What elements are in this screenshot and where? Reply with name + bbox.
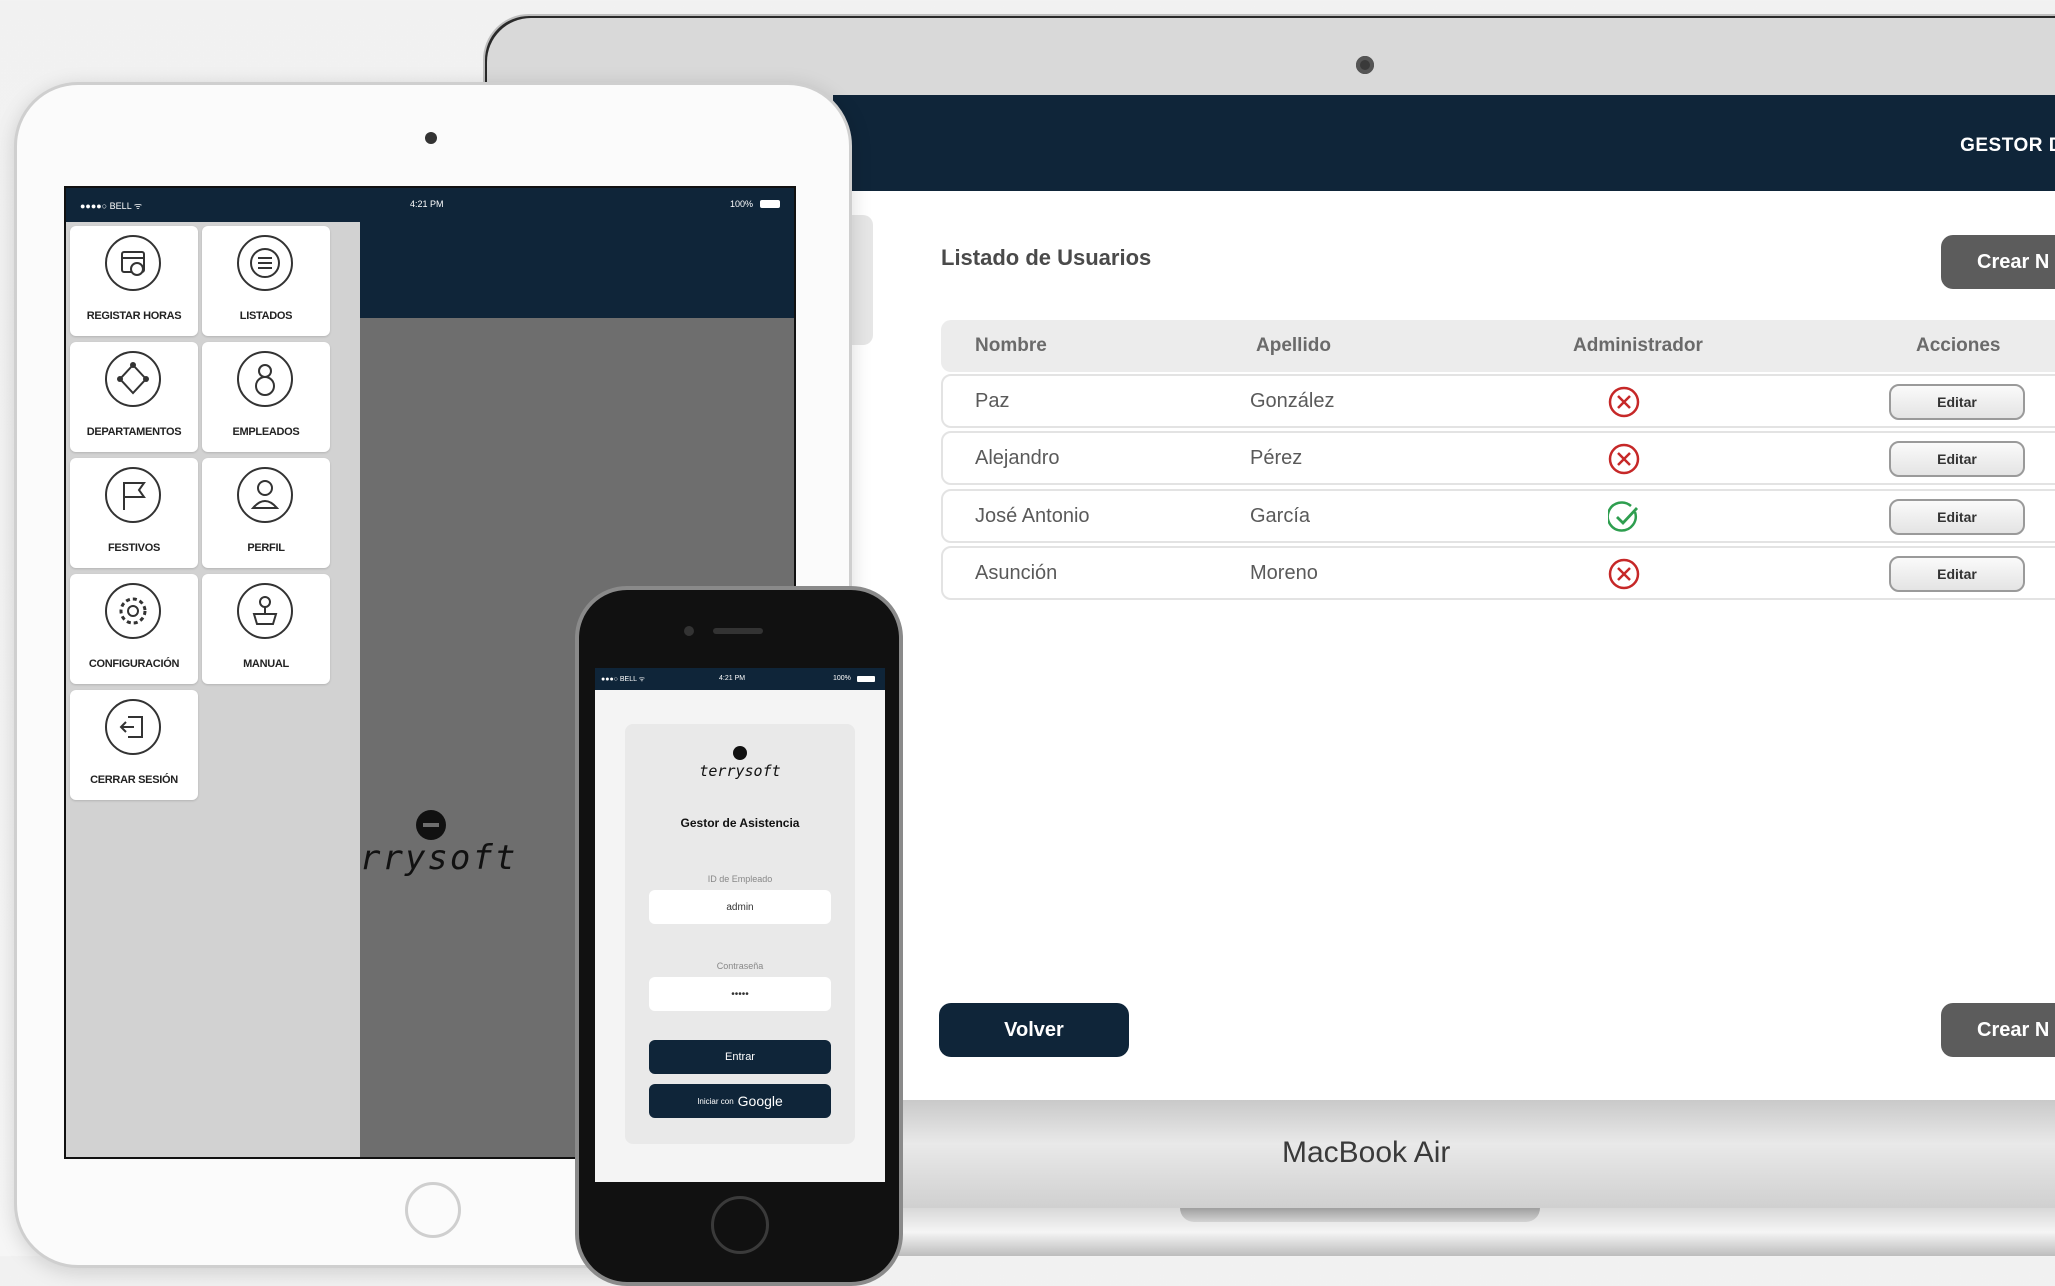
- brand-logo-text: terrysoft: [699, 762, 781, 780]
- login-card: terrysoft Gestor de Asistencia ID de Emp…: [625, 724, 855, 1144]
- cell-nombre: José Antonio: [975, 505, 1090, 527]
- menu-item-perfil[interactable]: PERFIL: [202, 458, 330, 568]
- flag-icon: [105, 467, 161, 523]
- logo-mark-icon: [733, 746, 747, 760]
- app-title: Gestor de Asistencia: [680, 816, 800, 830]
- calendar-clock-icon: [105, 235, 161, 291]
- column-header-acciones: Acciones: [1916, 335, 2001, 356]
- menu-item-label: PERFIL: [247, 542, 285, 554]
- menu-item-cerrar-sesion[interactable]: CERRAR SESIÓN: [70, 690, 198, 800]
- column-header-nombre: Nombre: [975, 335, 1047, 356]
- admin-check-icon: [1608, 501, 1639, 532]
- edit-button[interactable]: Editar: [1889, 499, 2025, 535]
- cell-apellido: González: [1250, 390, 1335, 412]
- menu-item-label: CONFIGURACIÓN: [88, 658, 180, 670]
- logout-icon: [105, 699, 161, 755]
- ipad-status-bar: ●●●●○ BELL ᯤ 4:21 PM 100%: [66, 188, 794, 222]
- gear-icon: [105, 583, 161, 639]
- logo-mark-icon: [416, 810, 446, 840]
- cell-apellido: Pérez: [1250, 447, 1303, 469]
- google-logo-text: Google: [737, 1093, 783, 1109]
- table-header: Nombre Apellido Administrador Acciones: [941, 320, 2055, 372]
- password-field[interactable]: •••••: [649, 977, 831, 1011]
- status-carrier: ●●●○ BELL ᯤ: [601, 676, 646, 683]
- ipad-main-header: [360, 222, 794, 318]
- menu-item-listados[interactable]: LISTADOS: [202, 226, 330, 336]
- google-login-button[interactable]: Iniciar con Google: [649, 1084, 831, 1118]
- menu-item-label: DEPARTAMENTOS: [86, 426, 182, 438]
- menu-item-configuracion[interactable]: CONFIGURACIÓN: [70, 574, 198, 684]
- table-row: José Antonio García Editar: [941, 489, 2055, 543]
- not-admin-icon: [1608, 558, 1640, 590]
- ipad-camera: [425, 132, 437, 144]
- menu-item-label: CERRAR SESIÓN: [90, 774, 178, 786]
- iphone-camera: [684, 626, 694, 636]
- status-time: 4:21 PM: [410, 199, 444, 209]
- login-button[interactable]: Entrar: [649, 1040, 831, 1074]
- cell-nombre: Alejandro: [975, 447, 1060, 469]
- app-header: GESTOR D: [833, 95, 2055, 191]
- table-row: Paz González Editar: [941, 374, 2055, 428]
- iphone-screen: ●●●○ BELL ᯤ 4:21 PM 100% terrysoft Gesto…: [595, 668, 885, 1182]
- cell-apellido: Moreno: [1250, 562, 1318, 584]
- password-label: Contraseña: [716, 961, 764, 971]
- menu-item-label: MANUAL: [243, 658, 289, 670]
- iphone-status-bar: ●●●○ BELL ᯤ 4:21 PM 100%: [595, 668, 885, 690]
- table-row: Asunción Moreno Editar: [941, 546, 2055, 600]
- macbook-notch: [1180, 1208, 1540, 1222]
- create-user-button[interactable]: Crear N: [1941, 235, 2055, 289]
- edit-button[interactable]: Editar: [1889, 441, 2025, 477]
- menu-item-registrar-horas[interactable]: REGISTAR HORAS: [70, 226, 198, 336]
- menu-item-label: EMPLEADOS: [232, 426, 300, 438]
- manual-icon: [237, 583, 293, 639]
- not-admin-icon: [1608, 386, 1640, 418]
- employee-id-field[interactable]: admin: [649, 890, 831, 924]
- battery-icon: [760, 200, 780, 208]
- macbook-brand-label: MacBook Air: [1282, 1136, 1451, 1169]
- cell-apellido: García: [1250, 505, 1311, 527]
- macbook-screen: GESTOR D Listado de Usuarios Crear N Nom…: [833, 95, 2055, 1100]
- employees-icon: [237, 351, 293, 407]
- ipad-home-button[interactable]: [405, 1182, 461, 1238]
- edit-button[interactable]: Editar: [1889, 556, 2025, 592]
- iphone-home-button[interactable]: [711, 1196, 769, 1254]
- brand-logo-text: rrysoft: [360, 838, 518, 878]
- employee-id-label: ID de Empleado: [707, 874, 773, 884]
- menu-item-departamentos[interactable]: DEPARTAMENTOS: [70, 342, 198, 452]
- status-time: 4:21 PM: [719, 675, 746, 682]
- google-prefix-text: Iniciar con: [697, 1096, 734, 1106]
- status-carrier: ●●●●○ BELL ᯤ: [80, 201, 143, 211]
- list-icon: [237, 235, 293, 291]
- status-battery: 100%: [833, 675, 851, 682]
- menu-item-label: REGISTAR HORAS: [86, 310, 182, 322]
- menu-item-festivos[interactable]: FESTIVOS: [70, 458, 198, 568]
- macbook-camera: [1356, 56, 1374, 74]
- cell-nombre: Paz: [975, 390, 1010, 412]
- ipad-sidebar: REGISTAR HORAS LISTADOS DEPARTAMENTOS EM…: [66, 222, 360, 1157]
- table-row: Alejandro Pérez Editar: [941, 431, 2055, 485]
- network-icon: [105, 351, 161, 407]
- not-admin-icon: [1608, 443, 1640, 475]
- user-icon: [237, 467, 293, 523]
- battery-icon: [857, 676, 875, 682]
- menu-item-label: FESTIVOS: [108, 542, 160, 554]
- menu-item-label: LISTADOS: [239, 310, 293, 322]
- edit-button[interactable]: Editar: [1889, 384, 2025, 420]
- create-user-button-bottom[interactable]: Crear N: [1941, 1003, 2055, 1057]
- status-battery: 100%: [730, 199, 754, 209]
- menu-item-empleados[interactable]: EMPLEADOS: [202, 342, 330, 452]
- page-title: Listado de Usuarios: [941, 245, 1152, 270]
- cell-nombre: Asunción: [975, 562, 1058, 584]
- iphone-speaker: [713, 628, 763, 634]
- back-button[interactable]: Volver: [939, 1003, 1129, 1057]
- column-header-administrador: Administrador: [1573, 335, 1703, 356]
- app-header-title: GESTOR D: [1960, 135, 2055, 156]
- menu-item-manual[interactable]: MANUAL: [202, 574, 330, 684]
- column-header-apellido: Apellido: [1256, 335, 1331, 356]
